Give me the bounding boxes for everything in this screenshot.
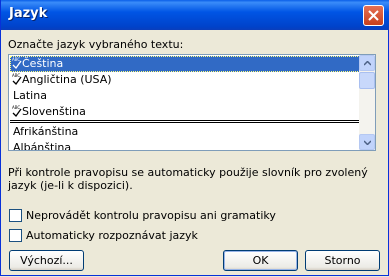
scroll-up-button[interactable] xyxy=(359,55,375,71)
chevron-down-icon xyxy=(364,140,371,145)
language-item-latina[interactable]: Latina xyxy=(10,88,360,104)
language-label: Latina xyxy=(13,89,47,102)
language-item-anglictina[interactable]: ABC Angličtina (USA) xyxy=(10,72,360,88)
language-dialog: Jazyk Označte jazyk vybraného textu: ABC… xyxy=(0,0,389,276)
scroll-down-button[interactable] xyxy=(359,134,375,150)
recent-languages-separator xyxy=(10,120,360,123)
title-bar[interactable]: Jazyk xyxy=(1,0,389,30)
list-scrollbar[interactable] xyxy=(359,55,375,150)
language-label: Angličtina (USA) xyxy=(22,73,112,86)
dialog-title: Jazyk xyxy=(9,6,48,21)
no-proofing-checkbox[interactable] xyxy=(9,209,22,222)
default-button[interactable]: Výchozí... xyxy=(9,250,84,271)
language-label: Slovenština xyxy=(22,105,86,118)
svg-text:ABC: ABC xyxy=(12,105,20,110)
language-list-label: Označte jazyk vybraného textu: xyxy=(8,38,184,51)
auto-detect-label[interactable]: Automaticky rozpoznávat jazyk xyxy=(26,229,198,242)
close-button[interactable] xyxy=(363,5,384,26)
auto-detect-checkbox[interactable] xyxy=(9,229,22,242)
language-label: Afrikánština xyxy=(13,125,79,138)
language-item-albanstina[interactable]: Albánština xyxy=(10,140,360,151)
language-label: Albánština xyxy=(13,141,72,151)
language-item-slovenstina[interactable]: ABC Slovenština xyxy=(10,104,360,120)
svg-text:ABC: ABC xyxy=(12,73,20,78)
cancel-button[interactable]: Storno xyxy=(305,250,380,271)
language-listbox[interactable]: ABC Čeština ABC Angličtina (USA) Latina … xyxy=(8,54,376,151)
chevron-up-icon xyxy=(364,61,371,66)
close-icon xyxy=(368,10,379,21)
ok-button[interactable]: OK xyxy=(223,250,298,271)
scroll-thumb[interactable] xyxy=(359,72,375,89)
language-label: Čeština xyxy=(22,57,64,70)
language-item-afrikanstina[interactable]: Afrikánština xyxy=(10,124,360,140)
spellcheck-icon: ABC xyxy=(12,57,22,69)
spellcheck-icon: ABC xyxy=(12,73,22,85)
language-item-cestina[interactable]: ABC Čeština xyxy=(10,56,360,72)
info-text: Při kontrole pravopisu se automaticky po… xyxy=(8,166,368,192)
spellcheck-icon: ABC xyxy=(12,105,22,117)
svg-text:ABC: ABC xyxy=(12,57,20,62)
no-proofing-label[interactable]: Neprovádět kontrolu pravopisu ani gramat… xyxy=(26,209,276,222)
